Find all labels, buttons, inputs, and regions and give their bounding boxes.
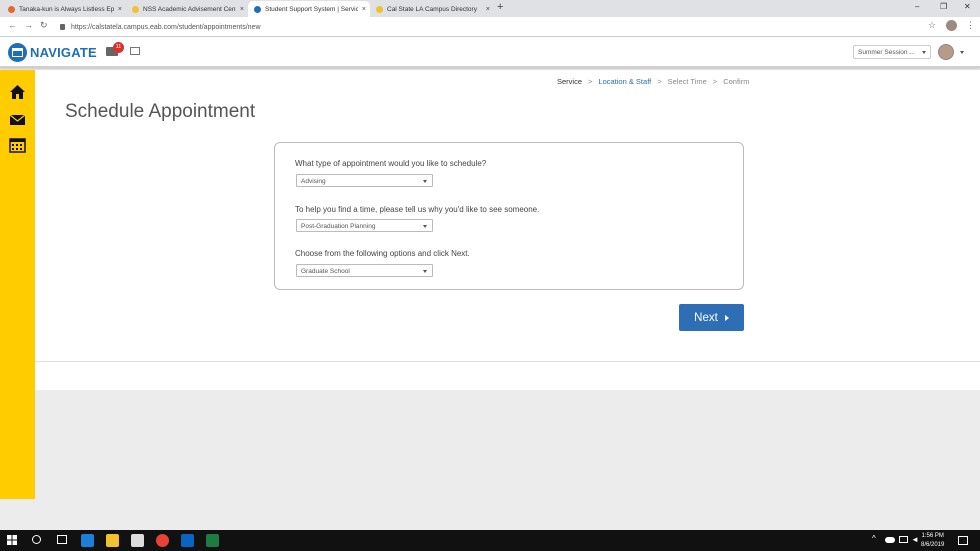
onedrive-icon[interactable] [885, 537, 895, 543]
browser-tab[interactable]: NSS Academic Advisement Cent × [126, 1, 248, 17]
step-separator: > [712, 77, 718, 86]
tab-label: Student Support System | Service [265, 5, 358, 13]
forward-icon[interactable]: → [24, 20, 33, 30]
tray-chevron-icon[interactable]: ^ [872, 534, 876, 543]
question-options: Choose from the following options and cl… [295, 249, 470, 258]
chevron-down-icon [423, 225, 427, 228]
appointment-form-card: What type of appointment would you like … [274, 142, 744, 290]
windows-start-icon[interactable] [7, 535, 17, 545]
file-explorer-icon[interactable] [106, 534, 119, 547]
logo-text: NAVIGATE [30, 45, 97, 60]
select-value: Advising [301, 177, 326, 185]
home-icon[interactable] [9, 84, 26, 100]
question-appointment-type: What type of appointment would you like … [295, 159, 487, 168]
step-service: Service [557, 77, 583, 86]
browser-tab-active[interactable]: Student Support System | Service × [248, 1, 370, 17]
task-view-icon[interactable] [57, 535, 67, 544]
navigate-logo[interactable]: NAVIGATE [8, 43, 97, 62]
url-field[interactable]: https://calstatela.campus.eab.com/studen… [56, 20, 916, 34]
reload-icon[interactable]: ↻ [40, 20, 48, 31]
tab-favicon-icon [8, 5, 15, 13]
tab-label: Cal State LA Campus Directory [387, 5, 477, 13]
calendar-icon[interactable] [9, 137, 26, 153]
tab-favicon-icon [132, 5, 139, 13]
notification-center-icon[interactable] [958, 536, 968, 545]
outlook-icon[interactable] [181, 534, 194, 547]
chevron-down-icon [423, 180, 427, 183]
footer-area [35, 390, 980, 499]
browser-menu-icon[interactable]: ⋮ [966, 20, 975, 31]
tab-close-icon[interactable]: × [362, 6, 366, 13]
volume-icon[interactable]: ◄ [911, 535, 919, 544]
window-icon[interactable] [130, 47, 140, 55]
appointment-type-select[interactable]: Advising [296, 174, 433, 187]
edge-icon[interactable] [81, 534, 94, 547]
step-breadcrumb: Service > Location & Staff > Select Time… [557, 77, 755, 86]
step-location-staff[interactable]: Location & Staff [598, 77, 651, 86]
app-header: NAVIGATE 11 Summer Session ... [0, 37, 980, 68]
store-icon[interactable] [131, 534, 144, 547]
next-button[interactable]: Next [679, 304, 744, 331]
user-avatar[interactable] [938, 44, 954, 60]
tab-label: Tanaka-kun is Always Listless Epi [19, 5, 114, 13]
question-reason: To help you find a time, please tell us … [295, 205, 540, 214]
lock-icon [60, 24, 65, 30]
maximize-icon[interactable]: ❐ [940, 2, 947, 11]
reason-select[interactable]: Post-Graduation Planning [296, 219, 433, 232]
chevron-down-icon[interactable] [960, 51, 964, 54]
search-icon[interactable] [32, 535, 41, 544]
tab-close-icon[interactable]: × [486, 6, 490, 13]
mail-icon[interactable] [9, 112, 26, 128]
tab-close-icon[interactable]: × [118, 6, 122, 13]
close-window-icon[interactable]: ✕ [964, 2, 971, 11]
chevron-down-icon [423, 270, 427, 273]
select-value: Post-Graduation Planning [301, 222, 376, 230]
browser-tabstrip: Tanaka-kun is Always Listless Epi × NSS … [0, 0, 980, 17]
excel-icon[interactable] [206, 534, 219, 547]
chevron-down-icon [922, 51, 926, 54]
notification-badge: 11 [113, 42, 124, 53]
clock-date: 8/6/2019 [921, 542, 945, 548]
chrome-icon[interactable] [156, 534, 169, 547]
bookmark-star-icon[interactable]: ☆ [928, 20, 936, 31]
profile-avatar-icon[interactable] [946, 20, 957, 31]
tab-label: NSS Academic Advisement Cent [143, 5, 236, 13]
step-select-time: Select Time [667, 77, 707, 86]
option-select[interactable]: Graduate School [296, 264, 433, 277]
taskbar-clock[interactable]: 1:56 PM 8/6/2019 [921, 532, 944, 550]
network-icon[interactable] [899, 536, 908, 543]
new-tab-button[interactable]: + [497, 1, 503, 13]
step-separator: > [588, 77, 593, 86]
browser-tab[interactable]: Tanaka-kun is Always Listless Epi × [2, 1, 126, 17]
windows-taskbar: ^ ◄ 1:56 PM 8/6/2019 [0, 530, 980, 551]
step-confirm: Confirm [723, 77, 750, 86]
clock-time: 1:56 PM [921, 533, 944, 539]
term-select-value: Summer Session ... [858, 49, 915, 56]
logo-icon [8, 43, 27, 62]
browser-tab[interactable]: Cal State LA Campus Directory × [370, 1, 494, 17]
select-value: Graduate School [301, 267, 350, 275]
url-text: https://calstatela.campus.eab.com/studen… [71, 23, 261, 31]
next-button-label: Next [694, 311, 718, 324]
sidebar [0, 70, 35, 499]
content-divider [35, 361, 980, 362]
address-bar: ← → ↻ https://calstatela.campus.eab.com/… [0, 17, 980, 37]
back-icon[interactable]: ← [8, 20, 17, 30]
tab-close-icon[interactable]: × [240, 6, 244, 13]
tab-favicon-icon [254, 5, 261, 13]
step-separator: > [657, 77, 662, 86]
arrow-right-icon [724, 314, 729, 321]
term-select[interactable]: Summer Session ... [853, 45, 931, 59]
tab-favicon-icon [376, 5, 383, 13]
page-title: Schedule Appointment [65, 101, 256, 122]
minimize-icon[interactable]: – [915, 2, 919, 11]
